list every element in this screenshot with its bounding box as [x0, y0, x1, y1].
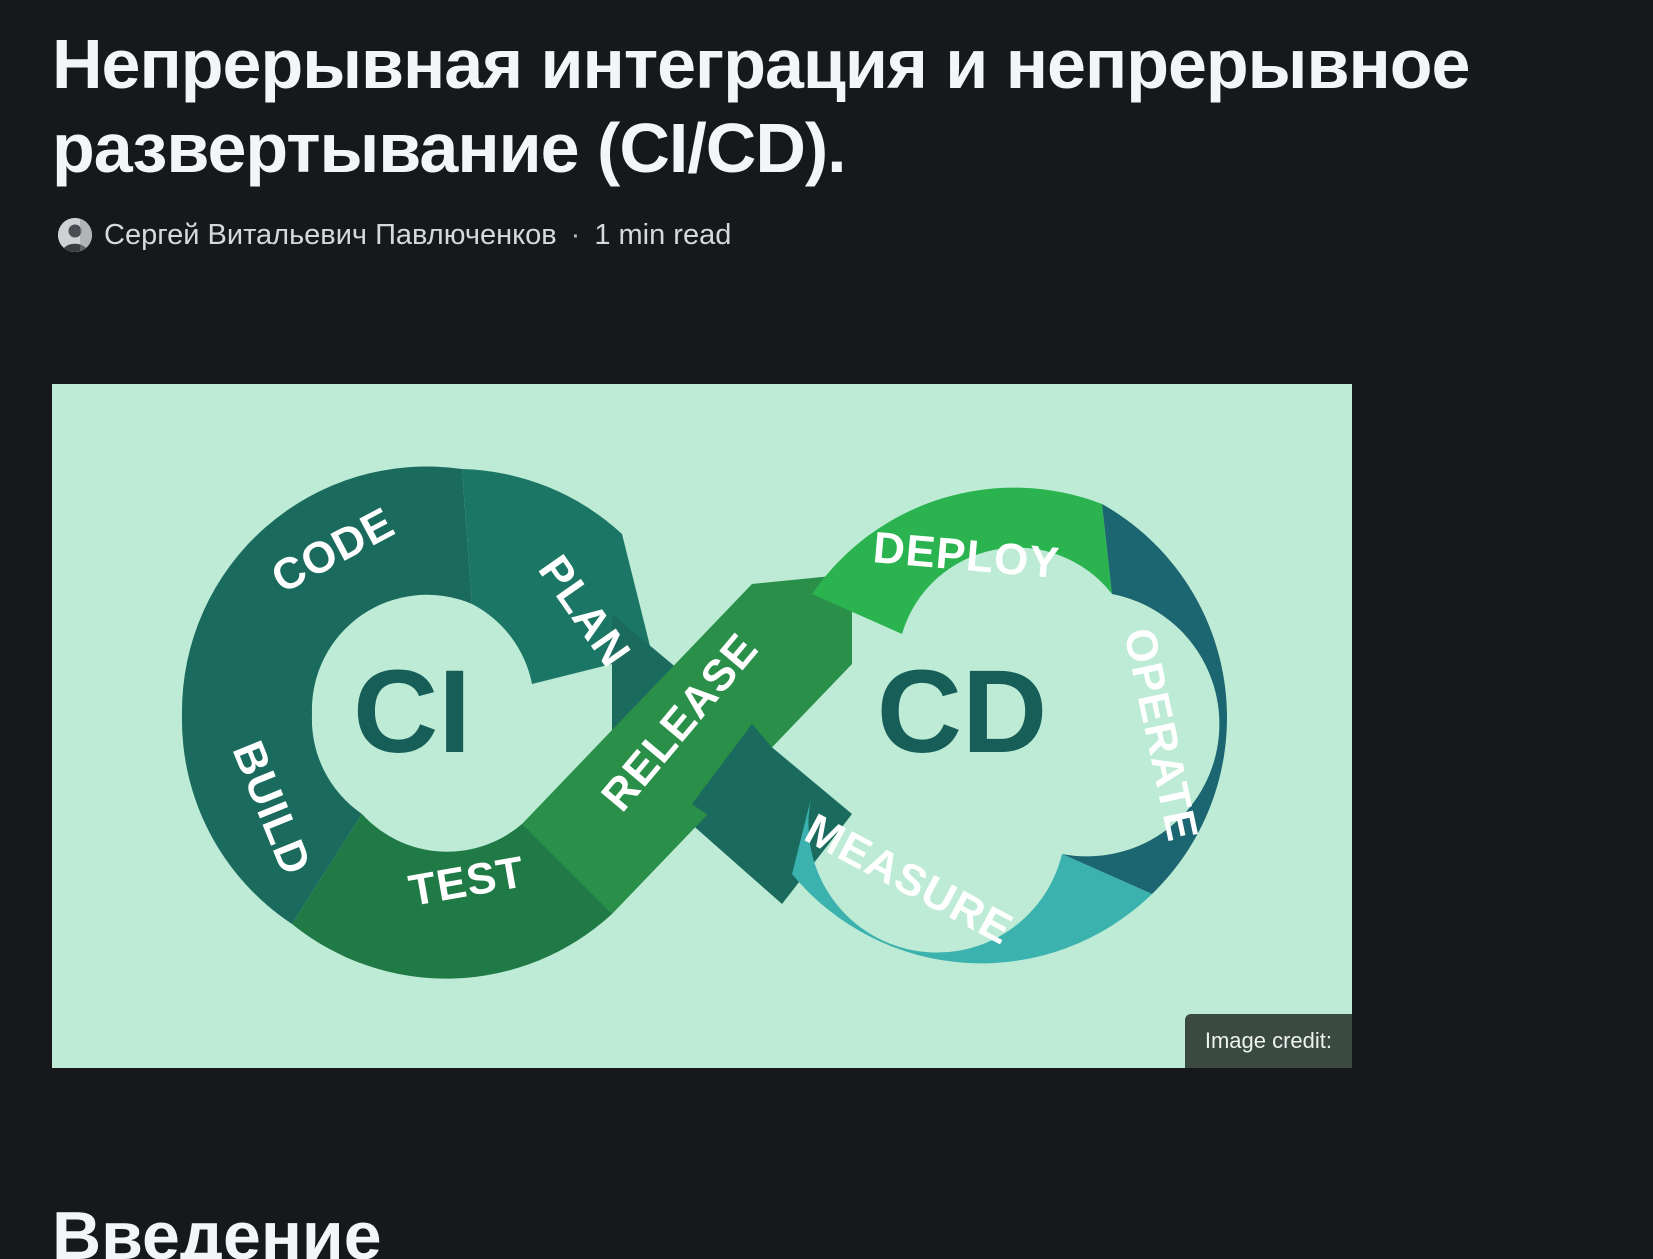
ci-label: CI [353, 646, 471, 778]
stage-operate: OPERATE [1114, 624, 1207, 846]
stage-measure: MEASURE [797, 805, 1020, 955]
author-name[interactable]: Сергей Витальевич Павлюченков [104, 219, 557, 252]
read-time: 1 min read [594, 218, 732, 251]
hero-image: CI CD CODE PLAN BUILD TEST RELEASE DEPLO… [52, 384, 1352, 1068]
byline: Сергей Витальевич Павлюченков · 1 min re… [58, 216, 731, 254]
image-credit: Image credit: [1184, 1014, 1352, 1068]
author-avatar-icon[interactable] [58, 218, 92, 252]
article-page: Непрерывная интеграция и непрерывное раз… [0, 0, 1653, 1259]
cicd-infinity-diagram: CI CD CODE PLAN BUILD TEST RELEASE DEPLO… [181, 466, 1227, 979]
article-title: Непрерывная интеграция и непрерывное раз… [52, 25, 1470, 187]
section-heading: Введение [52, 1198, 382, 1259]
byline-separator: · [570, 218, 581, 251]
cd-label: CD [877, 646, 1047, 778]
